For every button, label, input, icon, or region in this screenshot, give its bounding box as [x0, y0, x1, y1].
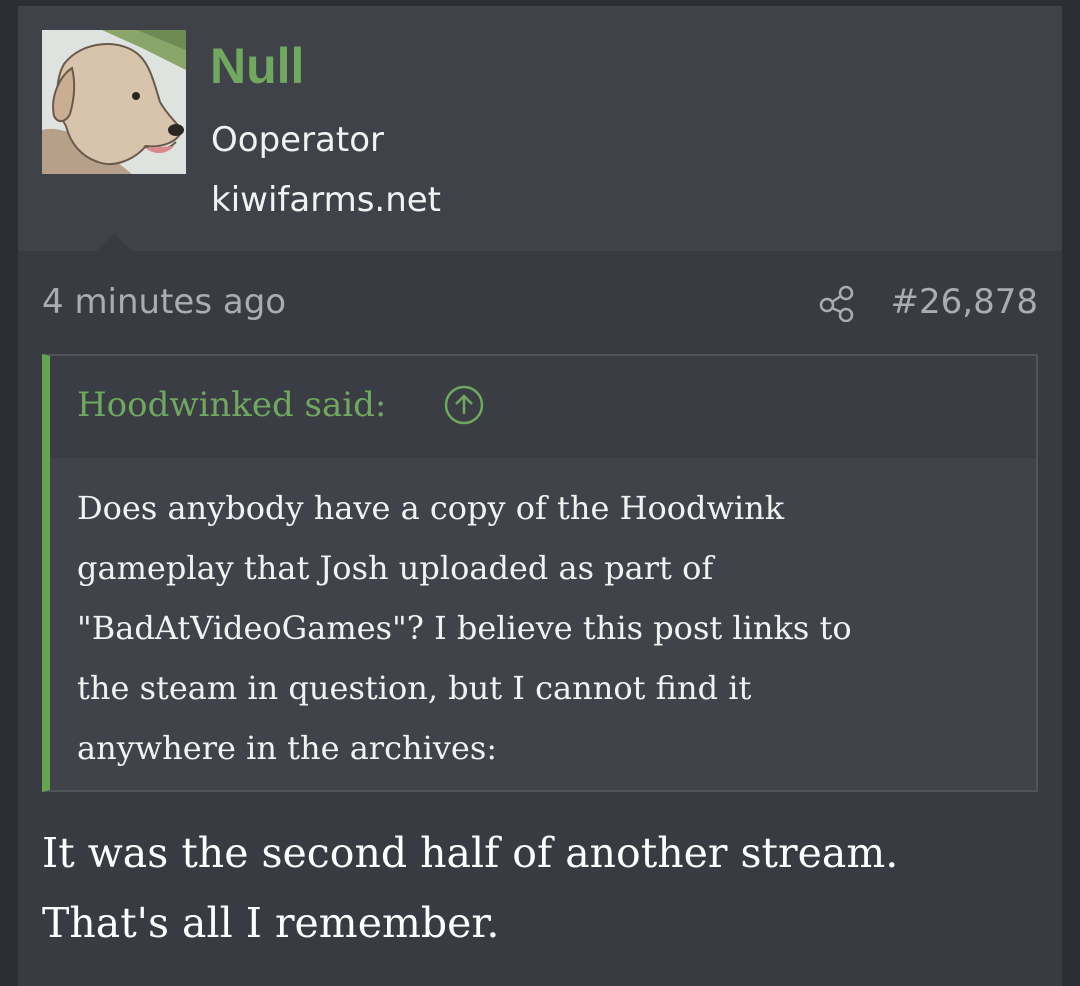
- quote-line: "BadAtVideoGames"? I believe this post l…: [77, 609, 852, 647]
- quote-content: Does anybody have a copy of the Hoodwink…: [77, 478, 1017, 778]
- dog-avatar-icon: [42, 30, 186, 174]
- post-number-link[interactable]: #26,878: [891, 280, 1038, 324]
- message-line: That's all I remember.: [42, 899, 500, 947]
- post-message: It was the second half of another stream…: [42, 818, 1032, 958]
- user-title: Ooperator: [211, 120, 384, 160]
- user-header: Null Ooperator kiwifarms.net: [18, 6, 1062, 251]
- quote-line: Does anybody have a copy of the Hoodwink: [77, 489, 785, 527]
- post-timestamp[interactable]: 4 minutes ago: [42, 280, 286, 324]
- quote-line: the steam in question, but I cannot find…: [77, 669, 752, 707]
- share-icon[interactable]: [818, 284, 856, 322]
- message-line: It was the second half of another stream…: [42, 829, 899, 877]
- post: Null Ooperator kiwifarms.net 4 minutes a…: [18, 6, 1062, 986]
- header-pointer: [96, 233, 132, 251]
- quote-block: Hoodwinked said: Does anybody have a cop…: [42, 354, 1038, 792]
- quote-line: gameplay that Josh uploaded as part of: [77, 549, 714, 587]
- quote-author[interactable]: Hoodwinked said:: [77, 382, 386, 428]
- arrow-up-circle-icon[interactable]: [443, 384, 485, 426]
- page: Null Ooperator kiwifarms.net 4 minutes a…: [0, 0, 1080, 986]
- username[interactable]: Null: [210, 36, 304, 96]
- user-site: kiwifarms.net: [211, 180, 442, 220]
- avatar[interactable]: [42, 30, 186, 174]
- quote-line: anywhere in the archives:: [77, 729, 498, 767]
- quote-header: Hoodwinked said:: [50, 356, 1036, 458]
